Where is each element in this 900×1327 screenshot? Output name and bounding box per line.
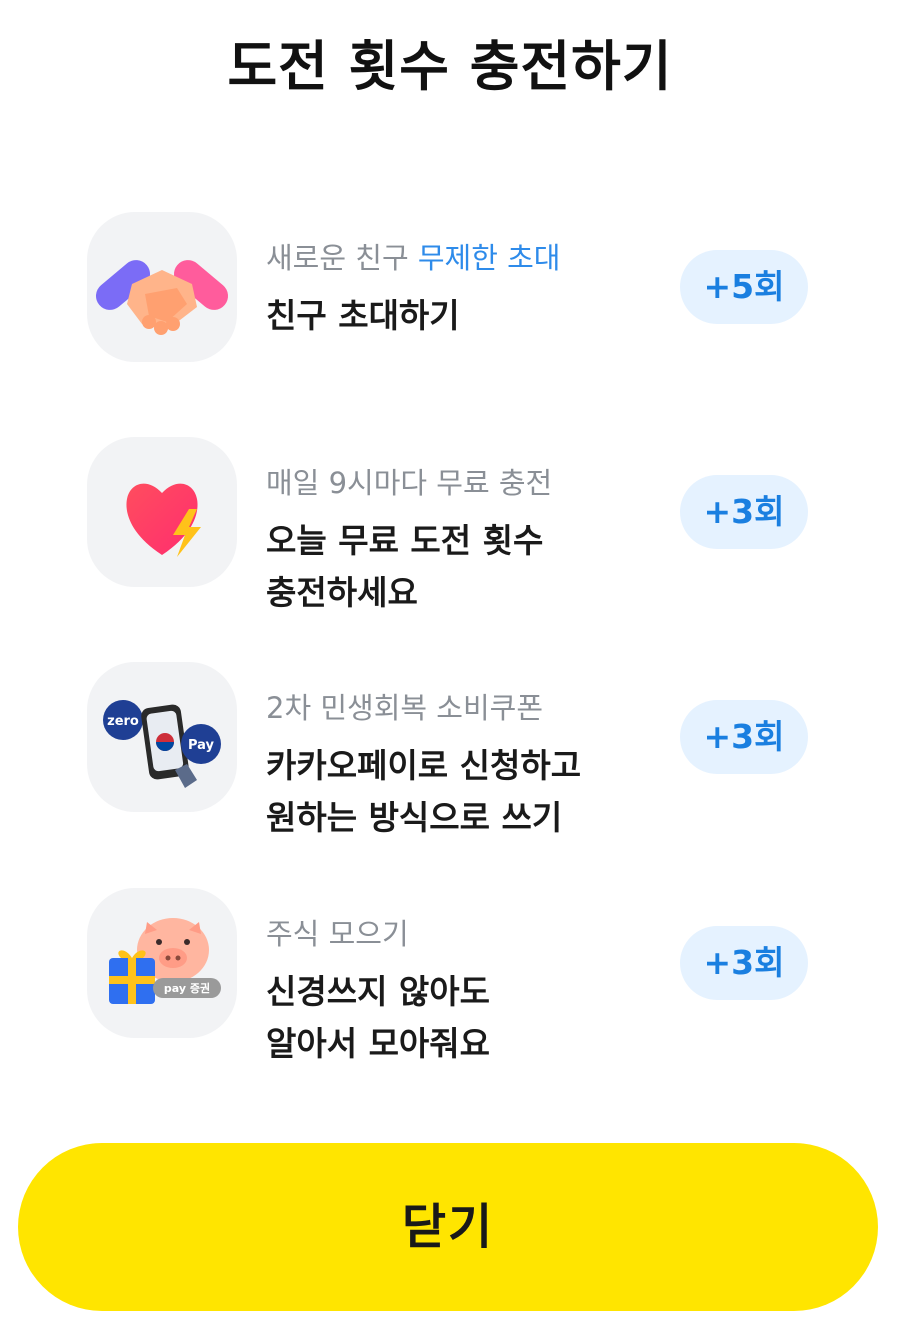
item-subtitle: 2차 민생회복 소비쿠폰 bbox=[266, 691, 544, 725]
zero-badge-text: zero bbox=[107, 714, 139, 729]
reward-button[interactable]: +3회 bbox=[680, 475, 808, 549]
item-subtitle: 주식 모으기 bbox=[266, 917, 409, 951]
piggy-gift-icon: pay 증권 bbox=[87, 888, 237, 1038]
page-title: 도전 횟수 충전하기 bbox=[227, 35, 673, 98]
item-title: 카카오페이로 신청하고 원하는 방식으로 쓰기 bbox=[266, 740, 656, 844]
item-subtitle-accent: 무제한 초대 bbox=[417, 241, 561, 275]
list-item-kakaopay-coupon[interactable]: zero Pay 2차 민생회복 소비쿠폰 카카오페이로 신청하고 원하는 방식… bbox=[0, 662, 900, 837]
item-subtitle: 새로운 친구 무제한 초대 bbox=[266, 241, 561, 275]
item-title-line1: 카카오페이로 신청하고 bbox=[266, 746, 582, 785]
item-title: 친구 초대하기 bbox=[266, 290, 656, 342]
reward-button[interactable]: +3회 bbox=[680, 926, 808, 1000]
item-subtitle: 매일 9시마다 무료 충전 bbox=[266, 466, 553, 500]
charge-attempts-sheet: 도전 횟수 충전하기 새로운 친구 무제한 초대 친구 초대하기 +5회 매일 … bbox=[0, 0, 900, 1327]
reward-button[interactable]: +5회 bbox=[680, 250, 808, 324]
reward-button[interactable]: +3회 bbox=[680, 700, 808, 774]
item-title-line1: 신경쓰지 않아도 bbox=[266, 972, 491, 1011]
pay-badge-text: Pay bbox=[188, 738, 215, 753]
heart-lightning-icon bbox=[87, 437, 237, 587]
item-title-line2: 알아서 모아줘요 bbox=[266, 1024, 491, 1063]
list-item-invite-friend[interactable]: 새로운 친구 무제한 초대 친구 초대하기 +5회 bbox=[0, 212, 900, 362]
item-title: 오늘 무료 도전 횟수 충전하세요 bbox=[266, 515, 656, 619]
item-title-line1: 오늘 무료 도전 횟수 bbox=[266, 521, 544, 560]
list-item-free-charge[interactable]: 매일 9시마다 무료 충전 오늘 무료 도전 횟수 충전하세요 +3회 bbox=[0, 437, 900, 612]
item-title-line1: 친구 초대하기 bbox=[266, 296, 460, 335]
pay-securities-badge-text: pay 증권 bbox=[164, 982, 210, 995]
handshake-icon bbox=[87, 212, 237, 362]
close-button[interactable]: 닫기 bbox=[18, 1143, 878, 1311]
item-title-line2: 충전하세요 bbox=[266, 573, 418, 612]
item-title: 신경쓰지 않아도 알아서 모아줘요 bbox=[266, 966, 656, 1070]
phone-pay-icon: zero Pay bbox=[87, 662, 237, 812]
item-title-line2: 원하는 방식으로 쓰기 bbox=[266, 798, 563, 837]
list-item-stock-saving[interactable]: pay 증권 주식 모으기 신경쓰지 않아도 알아서 모아줘요 +3회 bbox=[0, 888, 900, 1063]
